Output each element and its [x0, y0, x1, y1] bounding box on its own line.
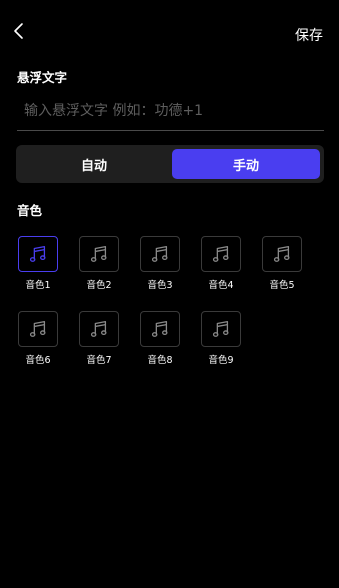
music-note-icon: [88, 318, 110, 340]
tone-option-label: 音色5: [269, 280, 295, 291]
music-note-icon: [149, 318, 171, 340]
tone-icon-box: [79, 311, 119, 347]
music-note-icon: [27, 243, 49, 265]
tone-option-label: 音色7: [86, 355, 112, 366]
tone-option-label: 音色3: [147, 280, 173, 291]
save-button[interactable]: 保存: [295, 25, 323, 45]
mode-auto-button[interactable]: 自动: [20, 149, 168, 179]
tone-option-label: 音色4: [208, 280, 234, 291]
chevron-left-icon: [14, 23, 23, 39]
tone-option-label: 音色8: [147, 355, 173, 366]
music-note-icon: [210, 243, 232, 265]
tone-option-label: 音色6: [25, 355, 51, 366]
music-note-icon: [271, 243, 293, 265]
tone-icon-box: [262, 236, 302, 272]
tone-icon-box: [140, 311, 180, 347]
tone-icon-box: [18, 236, 58, 272]
mode-manual-button[interactable]: 手动: [172, 149, 320, 179]
tone-icon-box: [201, 311, 241, 347]
tone-option[interactable]: 音色2: [78, 236, 122, 296]
float-text-field: [17, 96, 324, 131]
mode-segmented-control: 自动 手动: [16, 145, 324, 183]
float-text-label: 悬浮文字: [17, 70, 68, 85]
tone-icon-box: [18, 311, 58, 347]
tone-section-label: 音色: [17, 203, 43, 218]
tone-option-label: 音色2: [86, 280, 112, 291]
tone-option[interactable]: 音色8: [139, 311, 183, 371]
tone-option-label: 音色9: [208, 355, 234, 366]
tone-option[interactable]: 音色1: [17, 236, 61, 296]
float-text-input[interactable]: [17, 96, 324, 126]
tone-option[interactable]: 音色7: [78, 311, 122, 371]
tone-option[interactable]: 音色4: [200, 236, 244, 296]
header: 保存: [0, 0, 339, 60]
tone-icon-box: [79, 236, 119, 272]
tone-grid: 音色1 音色2 音色3 音色4 音色5 音色6 音色7 音色8 音色9: [0, 0, 339, 588]
back-button[interactable]: [8, 18, 30, 44]
tone-option[interactable]: 音色3: [139, 236, 183, 296]
music-note-icon: [27, 318, 49, 340]
tone-icon-box: [201, 236, 241, 272]
tone-option[interactable]: 音色6: [17, 311, 61, 371]
tone-option-label: 音色1: [25, 280, 51, 291]
music-note-icon: [88, 243, 110, 265]
tone-option[interactable]: 音色5: [261, 236, 305, 296]
tone-icon-box: [140, 236, 180, 272]
music-note-icon: [210, 318, 232, 340]
tone-option[interactable]: 音色9: [200, 311, 244, 371]
music-note-icon: [149, 243, 171, 265]
